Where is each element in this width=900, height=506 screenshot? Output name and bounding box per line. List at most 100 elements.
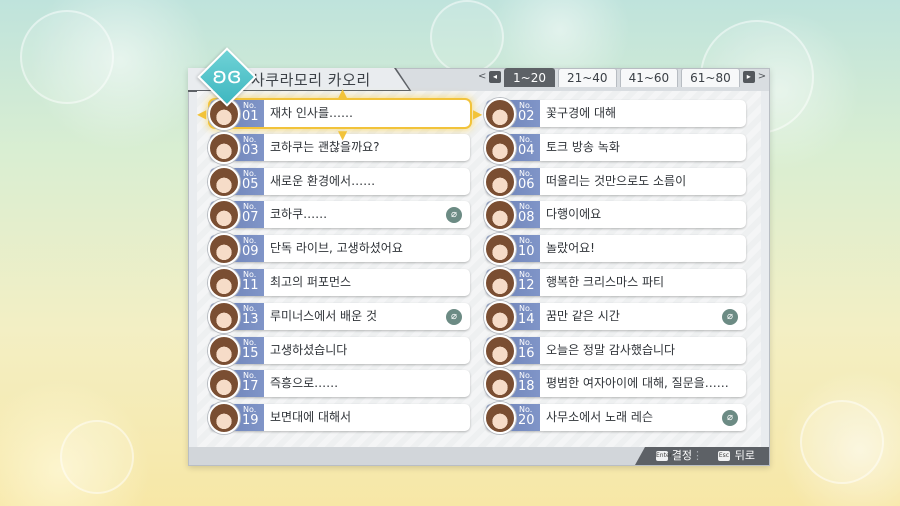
background-bubble	[60, 420, 134, 494]
avatar	[484, 267, 516, 299]
entry-title: 루미너스에서 배운 것	[270, 308, 377, 323]
entry-number: 04	[518, 142, 535, 158]
avatar	[484, 233, 516, 266]
entry-number: 20	[518, 413, 535, 429]
entry-title: 꽃구경에 대해	[546, 106, 617, 120]
entry-title: 단독 라이브, 고생하셨어요	[270, 241, 403, 256]
cursor-down-arrow-icon: ▼	[338, 128, 348, 142]
avatar	[484, 98, 516, 130]
character-name: 사쿠라모리 카오리	[251, 71, 371, 89]
memory-entry[interactable]: No. 19 보면대에 대해서	[208, 402, 470, 435]
entry-title: 코하쿠는 괜찮을까요?	[270, 139, 380, 154]
avatar	[208, 267, 240, 299]
entry-title: 재차 인사를……	[270, 106, 354, 120]
avatar	[484, 165, 516, 198]
entry-title: 행복한 크리스마스 파티	[546, 275, 665, 289]
entry-title: 보면대에 대해서	[270, 410, 352, 425]
paperclip-icon: ⌀	[446, 308, 462, 325]
avatar	[208, 131, 240, 164]
page-tabs: < ◂ 1~20 21~40 41~60 61~80 ▸ >	[478, 68, 766, 87]
memory-entry[interactable]: No. 11 최고의 퍼포먼스	[208, 267, 470, 299]
entry-number: 05	[242, 176, 259, 192]
memory-entry[interactable]: No. 08 다행이에요	[484, 199, 746, 232]
memory-entry[interactable]: No. 13 루미너스에서 배운 것 ⌀	[208, 300, 470, 333]
entry-title: 토크 방송 녹화	[546, 139, 620, 154]
memory-entry[interactable]: No. 01 재차 인사를……	[208, 98, 470, 130]
entry-number: 09	[242, 244, 259, 260]
entry-number: 12	[518, 278, 535, 293]
next-key-icon[interactable]: ▸	[742, 71, 755, 83]
avatar	[208, 402, 240, 435]
paperclip-icon: ⌀	[446, 207, 462, 224]
entry-number: 17	[242, 379, 259, 395]
cursor-right-arrow-icon: ▶	[473, 107, 483, 121]
entry-number: 08	[518, 210, 535, 226]
entry-number: 13	[242, 311, 259, 327]
tab-41-60[interactable]: 41~60	[619, 68, 679, 87]
cursor-up-arrow-icon: ▲	[338, 86, 348, 100]
cursor-left-arrow-icon: ◀	[197, 107, 207, 121]
next-arrow-icon[interactable]: >	[758, 68, 766, 86]
memory-entry[interactable]: No. 10 놀랐어요!	[484, 233, 746, 266]
avatar	[208, 233, 240, 266]
entry-number: 14	[518, 311, 535, 327]
entry-title: 사무소에서 노래 레슨	[546, 410, 653, 425]
prev-arrow-icon[interactable]: <	[478, 68, 486, 86]
avatar	[208, 165, 240, 198]
entry-number: 06	[518, 176, 535, 192]
memory-entry[interactable]: No. 06 떠올리는 것만으로도 소름이	[484, 165, 746, 198]
butterfly-glyph: ʚɞ	[212, 64, 242, 89]
entry-title: 즉흥으로……	[270, 376, 339, 391]
paperclip-icon: ⌀	[722, 410, 738, 427]
memory-entry[interactable]: No. 05 새로운 환경에서……	[208, 165, 470, 198]
memory-entry[interactable]: No. 14 꿈만 같은 시간 ⌀	[484, 300, 746, 333]
memory-entry[interactable]: No. 12 행복한 크리스마스 파티	[484, 267, 746, 299]
entry-title: 평범한 여자아이에 대해, 질문을……	[546, 376, 729, 391]
background-bubble	[430, 0, 504, 74]
tab-21-40[interactable]: 21~40	[557, 68, 617, 87]
prev-key-icon[interactable]: ◂	[489, 71, 501, 83]
footer-bar: Enter 결정 ⋮ Esc 뒤로	[189, 447, 769, 465]
paperclip-icon: ⌀	[722, 308, 738, 325]
entry-title: 다행이에요	[546, 207, 602, 222]
enter-key-icon: Enter	[656, 451, 673, 461]
avatar	[208, 334, 240, 367]
entry-title: 꿈만 같은 시간	[546, 308, 620, 323]
entry-number: 03	[242, 142, 259, 158]
entry-number: 10	[518, 244, 535, 260]
avatar	[484, 334, 516, 367]
memory-entry[interactable]: No. 16 오늘은 정말 감사했습니다	[484, 334, 746, 367]
confirm-button[interactable]: 결정	[672, 447, 692, 465]
memory-entry[interactable]: No. 09 단독 라이브, 고생하셨어요	[208, 233, 470, 266]
entry-title: 오늘은 정말 감사했습니다	[546, 342, 676, 357]
entry-title: 떠올리는 것만으로도 소름이	[546, 173, 687, 188]
separator-dots: ⋮	[692, 449, 703, 462]
avatar	[484, 300, 516, 333]
back-button[interactable]: 뒤로	[735, 447, 755, 465]
memory-entry[interactable]: No. 04 토크 방송 녹화	[484, 131, 746, 164]
entry-number: 01	[242, 109, 259, 124]
tab-61-80[interactable]: 61~80	[681, 68, 740, 87]
avatar	[484, 131, 516, 164]
memory-entry[interactable]: No. 17 즉흥으로……	[208, 368, 470, 401]
background-bubble	[800, 400, 884, 484]
entry-title: 고생하셨습니다	[270, 342, 348, 357]
background-bubble	[20, 10, 114, 104]
entry-number: 07	[242, 210, 259, 226]
entry-title: 새로운 환경에서……	[270, 173, 376, 188]
tab-1-20[interactable]: 1~20	[504, 68, 555, 87]
entry-number: 16	[518, 345, 535, 361]
memory-entry[interactable]: No. 20 사무소에서 노래 레슨 ⌀	[484, 402, 746, 435]
entry-title: 놀랐어요!	[546, 241, 595, 256]
entry-title: 코하쿠……	[270, 207, 328, 222]
entry-number: 15	[242, 345, 259, 361]
entry-title: 최고의 퍼포먼스	[270, 275, 352, 289]
memory-entry[interactable]: No. 15 고생하셨습니다	[208, 334, 470, 367]
entry-number: 18	[518, 379, 535, 395]
entry-number: 19	[242, 413, 259, 429]
memory-entry[interactable]: No. 07 코하쿠…… ⌀	[208, 199, 470, 232]
memory-entry[interactable]: No. 02 꽃구경에 대해	[484, 98, 746, 130]
entry-number: 02	[518, 109, 535, 124]
entry-number: 11	[242, 278, 259, 293]
memory-entry[interactable]: No. 18 평범한 여자아이에 대해, 질문을……	[484, 368, 746, 401]
